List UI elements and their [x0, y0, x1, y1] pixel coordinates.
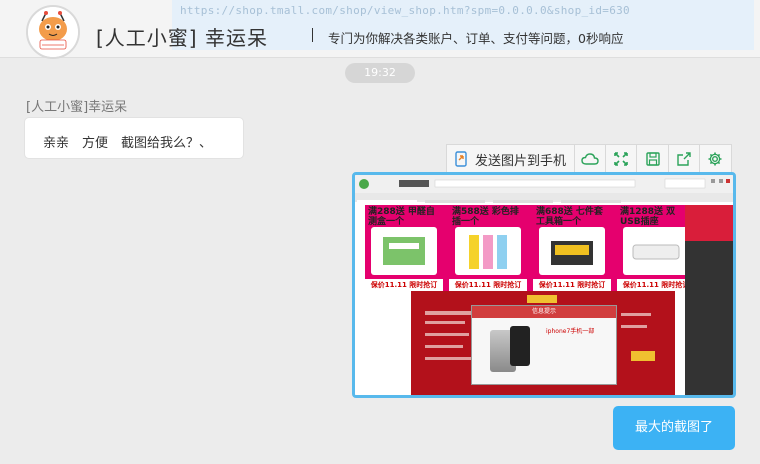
dialog-text: iphone7手机一部: [546, 328, 595, 335]
promo-footer: 保价11.11 限时抢订: [365, 279, 443, 291]
promo-image: [623, 227, 689, 275]
phone-send-icon: [455, 151, 469, 167]
user-message-bubble: 最大的截图了: [613, 406, 735, 450]
promo-footer: 保价11.11 限时抢订: [617, 279, 695, 291]
promo-title: 满1288送 双USB插座: [620, 207, 676, 227]
promo-title: 满288送 甲醛自测盒一个: [368, 207, 435, 227]
save-icon[interactable]: [637, 145, 669, 173]
promo-card: 满1288送 双USB插座 保价11.11 限时抢订: [617, 205, 695, 291]
image-toolbar: 发送图片到手机: [446, 144, 732, 174]
dialog-title: 信息提示: [472, 306, 616, 318]
cloud-icon[interactable]: [575, 145, 607, 173]
header-divider: [312, 28, 313, 42]
promo-image: [455, 227, 521, 275]
promo-card: 满688送 七件套工具箱一个 保价11.11 限时抢订: [533, 205, 611, 291]
shop-name: [人工小蜜] 幸运呆: [96, 26, 268, 50]
promo-image: [539, 227, 605, 275]
promo-footer: 保价11.11 限时抢订: [449, 279, 527, 291]
mascot-avatar-icon[interactable]: [26, 5, 80, 59]
send-to-phone-button[interactable]: 发送图片到手机: [447, 145, 576, 173]
chat-header: https://shop.tmall.com/shop/view_shop.ht…: [0, 0, 760, 59]
info-dialog: 信息提示 iphone7手机一部: [471, 305, 617, 385]
promo-row: 满288送 甲醛自测盒一个 保价11.11 限时抢订 满588送 彩色排插一个 …: [365, 205, 695, 291]
agent-message-bubble: 亲亲 方便 截图给我么？、: [24, 117, 244, 159]
share-icon[interactable]: [669, 145, 700, 173]
fullscreen-icon[interactable]: [606, 145, 638, 173]
send-to-phone-label: 发送图片到手机: [475, 153, 567, 169]
sender-name: [人工小蜜]幸运呆: [26, 100, 128, 115]
promo-title: 满688送 七件套工具箱一个: [536, 207, 603, 227]
promo-card: 满288送 甲醛自测盒一个 保价11.11 限时抢订: [365, 205, 443, 291]
phone-image-dark: [510, 326, 530, 366]
promo-card: 满588送 彩色排插一个 保价11.11 限时抢订: [449, 205, 527, 291]
promo-title: 满588送 彩色排插一个: [452, 207, 519, 227]
promo-footer: 保价11.11 限时抢订: [533, 279, 611, 291]
message-timestamp: 19:32: [345, 63, 415, 83]
url-overlay-text: https://shop.tmall.com/shop/view_shop.ht…: [180, 4, 630, 17]
gear-icon[interactable]: [700, 145, 731, 173]
sent-screenshot-image[interactable]: 满288送 甲醛自测盒一个 保价11.11 限时抢订 满588送 彩色排插一个 …: [352, 172, 736, 398]
screenshot-tabs: [355, 193, 733, 208]
shop-slogan: 专门为你解决各类账户、订单、支付等问题，0秒响应: [328, 31, 624, 46]
side-ad-top: [685, 205, 733, 241]
promo-image: [371, 227, 437, 275]
